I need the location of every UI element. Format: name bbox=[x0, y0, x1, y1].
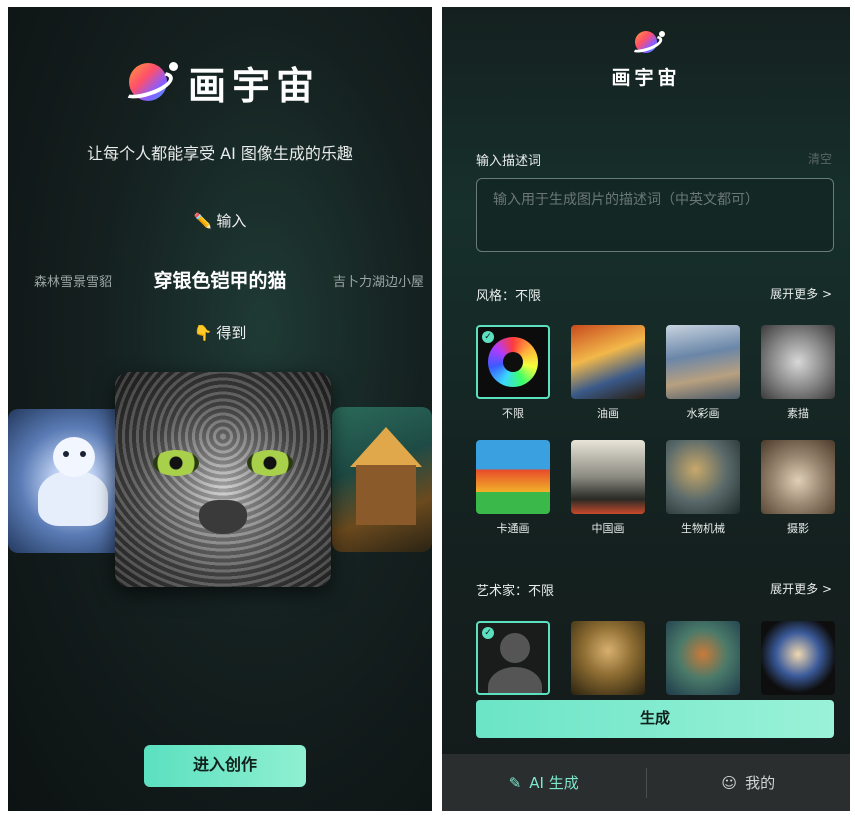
style-item-unlimited[interactable]: ✓ 不限 bbox=[476, 325, 550, 421]
description-title: 输入描述词 bbox=[476, 154, 542, 169]
slogan: 让每个人都能享受 AI 图像生成的乐趣 bbox=[87, 144, 353, 163]
enter-create-button[interactable]: 进入创作 bbox=[144, 745, 306, 787]
check-icon: ✓ bbox=[482, 331, 494, 343]
sample-image-lake-house bbox=[332, 407, 432, 552]
logo: 画宇宙 bbox=[8, 55, 432, 110]
style-item-sketch[interactable]: 素描 bbox=[761, 325, 835, 421]
planet-logo-icon bbox=[117, 60, 178, 106]
user-icon: ☺ bbox=[721, 774, 738, 792]
prompt-example-right: 吉卜力湖边小屋 bbox=[332, 275, 424, 290]
magic-wand-icon: ✎ bbox=[508, 774, 522, 792]
check-icon: ✓ bbox=[482, 627, 494, 639]
tab-mine[interactable]: ☺ 我的 bbox=[647, 772, 851, 793]
step-get-label: 👇 得到 bbox=[193, 324, 247, 342]
artist-item-unlimited[interactable]: ✓ bbox=[476, 621, 550, 695]
create-screen: 画宇宙 输入描述词 清空 输入用于生成图片的描述词（中英文都可） 风格：不限 展… bbox=[442, 7, 850, 811]
clear-button[interactable]: 清空 bbox=[808, 150, 832, 167]
artist-item-vangogh[interactable] bbox=[666, 621, 740, 695]
artist-item-vermeer[interactable] bbox=[761, 621, 835, 695]
style-expand-button[interactable]: 展开更多 > bbox=[770, 285, 832, 302]
logo: 画宇宙 bbox=[442, 29, 850, 90]
style-item-chinese[interactable]: 中国画 bbox=[571, 440, 645, 536]
sample-image-armored-cat bbox=[115, 372, 331, 587]
artist-expand-button[interactable]: 展开更多 > bbox=[770, 580, 832, 597]
style-title: 风格：不限 bbox=[476, 289, 542, 304]
pointing-down-icon: 👇 bbox=[193, 324, 213, 342]
brand-title: 画宇宙 bbox=[187, 64, 320, 108]
pencil-icon: ✏️ bbox=[193, 212, 213, 230]
artist-item-davinci[interactable] bbox=[571, 621, 645, 695]
planet-logo-icon bbox=[627, 29, 665, 57]
tab-ai-generate[interactable]: ✎ AI 生成 bbox=[442, 772, 646, 793]
style-item-watercolor[interactable]: 水彩画 bbox=[666, 325, 740, 421]
style-item-oil[interactable]: 油画 bbox=[571, 325, 645, 421]
bottom-tab-bar: ✎ AI 生成 ☺ 我的 bbox=[442, 754, 850, 811]
style-item-photo[interactable]: 摄影 bbox=[761, 440, 835, 536]
description-input[interactable]: 输入用于生成图片的描述词（中英文都可） bbox=[476, 178, 834, 252]
style-item-cartoon[interactable]: 卡通画 bbox=[476, 440, 550, 536]
generate-button[interactable]: 生成 bbox=[476, 700, 834, 738]
sample-image-ferret bbox=[8, 409, 128, 553]
brand-title: 画宇宙 bbox=[611, 67, 681, 89]
step-input-label: ✏️ 输入 bbox=[193, 212, 247, 230]
intro-screen: 画宇宙 让每个人都能享受 AI 图像生成的乐趣 ✏️ 输入 森林雪景雪貂 穿银色铠… bbox=[8, 7, 432, 811]
artist-title: 艺术家：不限 bbox=[476, 584, 555, 599]
style-item-biomech[interactable]: 生物机械 bbox=[666, 440, 740, 536]
